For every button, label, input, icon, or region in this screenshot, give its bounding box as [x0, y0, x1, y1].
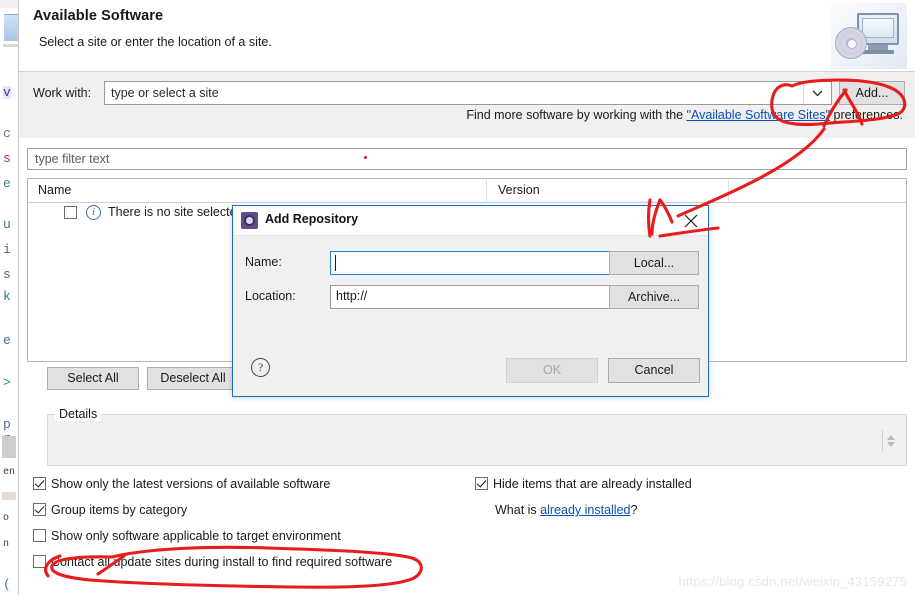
bg-glyph: v	[3, 85, 11, 100]
option-label: Hide items that are already installed	[493, 477, 692, 491]
option-contact-all-update-sites[interactable]: Contact all update sites during install …	[33, 555, 392, 569]
page-subtitle: Select a site or enter the location of a…	[39, 35, 272, 49]
checkbox[interactable]	[33, 503, 46, 516]
option-hide-already-installed[interactable]: Hide items that are already installed	[475, 477, 692, 491]
wizard-header: Available Software Select a site or ente…	[19, 0, 915, 72]
bg-glyph: (	[3, 577, 11, 592]
option-label: Contact all update sites during install …	[51, 555, 393, 569]
background-tab-underline	[3, 44, 18, 47]
work-with-section: Work with: type or select a site Add... …	[19, 72, 915, 138]
deselect-all-button[interactable]: Deselect All	[147, 367, 239, 390]
details-panel	[47, 414, 907, 466]
info-icon: i	[86, 205, 101, 220]
checkbox[interactable]	[33, 555, 46, 568]
archive-button[interactable]: Archive...	[609, 285, 699, 309]
row-checkbox[interactable]	[64, 206, 77, 219]
add-button[interactable]: Add...	[839, 81, 905, 105]
find-more-software-text: Find more software by working with the "…	[19, 108, 903, 122]
page-title: Available Software	[33, 8, 164, 24]
details-legend: Details	[55, 407, 102, 421]
available-software-sites-link[interactable]: "Available Software Sites"	[687, 108, 830, 122]
column-header-name[interactable]: Name	[38, 183, 71, 197]
background-scrollbar-thumb[interactable]	[2, 436, 16, 458]
column-divider[interactable]	[486, 180, 487, 201]
option-show-latest-versions[interactable]: Show only the latest versions of availab…	[33, 477, 330, 491]
watermark: https://blog.csdn.net/weixin_43159275	[678, 574, 907, 589]
bg-glyph: s	[3, 267, 11, 282]
find-more-prefix: Find more software by working with the	[466, 108, 687, 122]
select-all-button[interactable]: Select All	[47, 367, 139, 390]
find-more-suffix: preferences.	[830, 108, 904, 122]
what-is-prefix: What is	[495, 503, 541, 517]
local-button[interactable]: Local...	[609, 251, 699, 275]
bg-glyph: e	[3, 333, 11, 348]
spinner-updown-icon[interactable]	[882, 429, 896, 453]
name-label: Name:	[245, 255, 282, 269]
monitor-cd-icon	[831, 3, 907, 69]
background-tab	[4, 14, 18, 41]
chevron-down-icon[interactable]	[803, 82, 831, 104]
monitor-foot	[862, 50, 894, 54]
bg-glyph: p	[3, 417, 11, 432]
work-with-placeholder: type or select a site	[111, 86, 219, 100]
bg-glyph: n	[3, 539, 10, 550]
bg-glyph: i	[3, 242, 11, 257]
cancel-button[interactable]: Cancel	[608, 358, 700, 383]
red-dot-mark	[364, 156, 367, 159]
work-with-combo[interactable]: type or select a site	[104, 81, 832, 105]
close-icon[interactable]	[680, 210, 702, 232]
option-applicable-target-environment[interactable]: Show only software applicable to target …	[33, 529, 341, 543]
row-label: There is no site selected	[108, 205, 244, 219]
option-group-by-category[interactable]: Group items by category	[33, 503, 187, 517]
dialog-titlebar[interactable]: Add Repository	[233, 206, 708, 236]
checkbox[interactable]	[33, 477, 46, 490]
add-repository-dialog: Add Repository Name: Local... Location: …	[232, 205, 709, 397]
location-label: Location:	[245, 289, 296, 303]
bg-glyph: k	[3, 289, 11, 304]
work-with-label: Work with:	[33, 86, 92, 100]
bg-glyph: en	[3, 467, 16, 478]
name-field[interactable]	[330, 251, 636, 275]
checkbox[interactable]	[475, 477, 488, 490]
option-label: Show only software applicable to target …	[51, 529, 341, 543]
checkbox[interactable]	[33, 529, 46, 542]
repository-gear-icon	[241, 212, 258, 229]
help-question-icon[interactable]: ?	[251, 358, 270, 377]
background-toolbar	[0, 0, 18, 8]
column-header-version[interactable]: Version	[498, 183, 540, 197]
ok-button: OK	[506, 358, 598, 383]
location-field[interactable]: http://	[330, 285, 636, 309]
option-label: Group items by category	[51, 503, 188, 517]
bg-glyph: >	[3, 375, 11, 390]
table-header: Name Version	[28, 179, 906, 203]
location-value: http://	[336, 289, 368, 303]
filter-placeholder: type filter text	[35, 152, 110, 166]
bg-glyph: e	[3, 176, 11, 191]
screenshot-root: v c s e u i s k e > p r en o n ( Availab…	[0, 0, 915, 595]
background-marker	[2, 492, 16, 500]
monitor-screen	[862, 18, 894, 38]
spinner-divider	[882, 430, 883, 452]
bg-glyph: c	[3, 126, 11, 141]
filter-input[interactable]: type filter text	[27, 148, 907, 170]
text-caret	[335, 255, 336, 271]
already-installed-link[interactable]: already installed	[540, 503, 630, 517]
option-label: Show only the latest versions of availab…	[51, 477, 331, 491]
background-editor-strip: v c s e u i s k e > p r en o n (	[0, 0, 18, 595]
dialog-title: Add Repository	[265, 212, 359, 226]
bg-glyph: u	[3, 217, 11, 232]
bg-glyph: s	[3, 151, 11, 166]
what-is-already-installed: What is already installed?	[495, 503, 637, 517]
cd-disc-icon	[835, 27, 867, 59]
what-is-suffix: ?	[630, 503, 638, 517]
column-divider[interactable]	[728, 180, 729, 201]
bg-glyph: o	[3, 513, 10, 524]
